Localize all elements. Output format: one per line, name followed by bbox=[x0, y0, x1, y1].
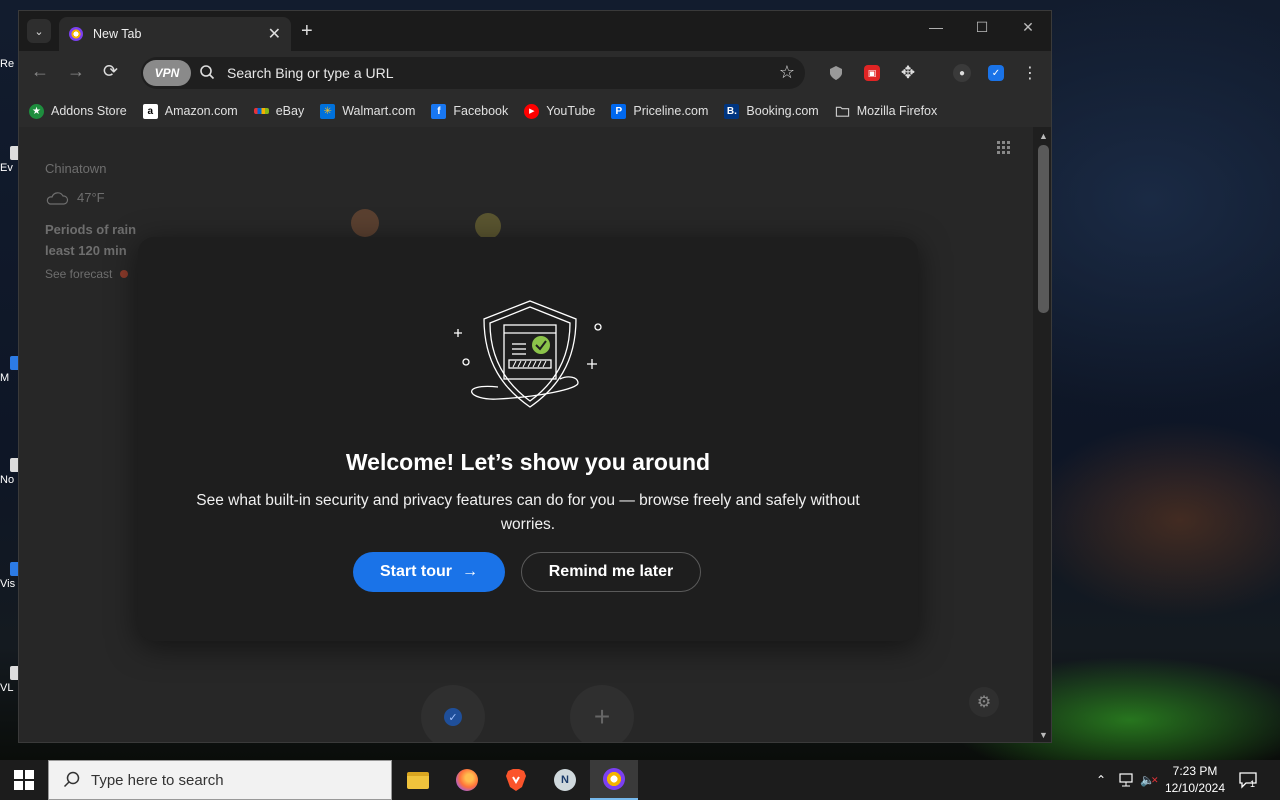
apps-grid-icon[interactable] bbox=[997, 141, 1011, 155]
back-button[interactable]: ← bbox=[31, 61, 49, 82]
notifications-icon[interactable]: 1 bbox=[1238, 760, 1257, 800]
search-icon bbox=[200, 65, 215, 80]
shortcut-tile[interactable]: ✓ bbox=[421, 685, 485, 742]
profile-icon[interactable]: ● bbox=[951, 62, 973, 84]
reload-button[interactable]: ⟳ bbox=[103, 61, 118, 82]
bookmark-youtube[interactable]: ▶ YouTube bbox=[524, 103, 595, 119]
search-icon bbox=[63, 771, 80, 788]
bookmark-priceline[interactable]: P Priceline.com bbox=[611, 103, 708, 119]
youtube-icon: ▶ bbox=[524, 103, 540, 119]
shortcut-tile[interactable] bbox=[475, 213, 501, 239]
folder-icon bbox=[835, 106, 849, 117]
weather-temperature-row: 47°F bbox=[45, 190, 155, 205]
booking-icon: B. bbox=[724, 103, 740, 119]
tab-search-button[interactable]: ⌄ bbox=[27, 19, 51, 43]
bookmark-ebay[interactable]: eBay bbox=[253, 104, 304, 118]
cloud-icon bbox=[46, 191, 69, 205]
network-icon[interactable] bbox=[1118, 760, 1136, 800]
address-input[interactable]: Search Bing or type a URL bbox=[227, 65, 394, 81]
plus-icon: + bbox=[301, 20, 313, 42]
arrow-right-icon: → bbox=[462, 563, 478, 580]
extensions-puzzle-icon[interactable]: ✥ bbox=[897, 62, 919, 84]
security-browser-icon[interactable] bbox=[590, 760, 638, 800]
shield-extension-icon[interactable] bbox=[825, 62, 847, 84]
firefox-icon[interactable] bbox=[443, 760, 491, 800]
customize-settings-button[interactable]: ⚙ bbox=[969, 687, 999, 717]
scroll-up-icon[interactable]: ▲ bbox=[1039, 131, 1048, 141]
remind-me-later-button[interactable]: Remind me later bbox=[521, 552, 701, 592]
reload-icon: ⟳ bbox=[103, 61, 119, 81]
dialog-body-text: See what built-in security and privacy f… bbox=[196, 492, 860, 533]
dialog-heading: Welcome! Let’s show you around bbox=[345, 449, 711, 475]
welcome-dialog: Welcome! Let’s show you around See what … bbox=[138, 237, 918, 641]
close-window-button[interactable]: ✕ bbox=[1005, 19, 1051, 36]
file-explorer-icon[interactable] bbox=[394, 760, 442, 800]
forward-button[interactable]: → bbox=[67, 61, 85, 82]
taskbar: Type here to search N ⌃ 🔈 ✕ 7:23 PM 12/10… bbox=[0, 760, 1280, 800]
toolbar: ← → ⟳ VPN Search Bing or type a URL ☆ ▣ … bbox=[19, 51, 1051, 95]
security-shield-illustration bbox=[454, 300, 602, 408]
bookmark-walmart[interactable]: ✳ Walmart.com bbox=[320, 103, 415, 119]
show-hidden-icons-icon[interactable]: ⌃ bbox=[1096, 760, 1106, 800]
maximize-button[interactable]: ☐ bbox=[959, 19, 1005, 36]
browser-window: ⌄ New Tab ✕ + — ☐ ✕ ← → ⟳ VPN Search Bin… bbox=[18, 10, 1052, 743]
clock-time: 7:23 PM bbox=[1172, 764, 1218, 778]
add-shortcut-button[interactable]: + bbox=[570, 685, 634, 742]
ebay-icon bbox=[253, 108, 269, 114]
new-tab-page: Chinatown 47°F Periods of rain least 120… bbox=[19, 127, 1033, 742]
walmart-icon: ✳ bbox=[320, 103, 336, 119]
shortcut-tile[interactable] bbox=[351, 209, 379, 237]
address-bar[interactable]: VPN Search Bing or type a URL ☆ bbox=[141, 57, 805, 89]
tab-title: New Tab bbox=[93, 27, 142, 41]
page-scrollbar[interactable]: ▲ ▼ bbox=[1035, 127, 1051, 742]
start-tour-button[interactable]: Start tour → bbox=[353, 552, 505, 592]
volume-muted-icon[interactable]: 🔈 ✕ bbox=[1140, 760, 1159, 800]
close-icon[interactable]: ✕ bbox=[268, 24, 281, 44]
scroll-thumb[interactable] bbox=[1038, 145, 1049, 313]
notification-count-badge: 1 bbox=[1250, 779, 1256, 789]
weather-location: Chinatown bbox=[45, 161, 107, 176]
addons-store-icon: ★ bbox=[29, 103, 44, 119]
new-tab-button[interactable]: + bbox=[301, 20, 313, 43]
title-bar: ⌄ New Tab ✕ + — ☐ ✕ bbox=[19, 11, 1051, 51]
bookmark-folder-mozilla-firefox[interactable]: Mozilla Firefox bbox=[835, 104, 937, 119]
facebook-icon: f bbox=[431, 103, 447, 119]
gear-icon: ⚙ bbox=[976, 694, 992, 711]
vpn-button[interactable]: VPN bbox=[143, 60, 191, 86]
windows-start-icon[interactable] bbox=[14, 770, 34, 790]
clock-date: 12/10/2024 bbox=[1164, 781, 1226, 795]
menu-kebab-icon[interactable]: ⋮ bbox=[1019, 62, 1041, 84]
bookmark-star-icon[interactable]: ☆ bbox=[779, 62, 795, 83]
system-clock[interactable]: 7:23 PM 12/10/2024 bbox=[1160, 763, 1230, 797]
check-shield-icon: ✓ bbox=[444, 708, 462, 726]
minimize-button[interactable]: — bbox=[913, 19, 959, 35]
bookmark-booking[interactable]: B. Booking.com bbox=[724, 103, 819, 119]
priceline-icon: P bbox=[611, 103, 627, 119]
network-app-icon[interactable]: N bbox=[541, 760, 589, 800]
arrow-left-icon: ← bbox=[31, 61, 49, 81]
taskbar-search-box[interactable]: Type here to search bbox=[48, 760, 392, 800]
bookmarks-bar: ★ Addons Store a Amazon.com eBay ✳ Walma… bbox=[19, 95, 1051, 127]
chevron-down-icon: ⌄ bbox=[34, 25, 44, 38]
weather-temperature: 47°F bbox=[77, 190, 105, 205]
security-check-icon[interactable]: ✓ bbox=[985, 62, 1007, 84]
amazon-icon: a bbox=[142, 103, 158, 119]
plus-icon: + bbox=[593, 701, 611, 732]
bookmark-facebook[interactable]: f Facebook bbox=[431, 103, 508, 119]
lock-extension-icon[interactable]: ▣ bbox=[861, 62, 883, 84]
arrow-right-icon: → bbox=[67, 61, 85, 81]
bookmark-amazon[interactable]: a Amazon.com bbox=[142, 103, 238, 119]
tab-new-tab[interactable]: New Tab ✕ bbox=[59, 17, 291, 51]
bookmark-addons-store[interactable]: ★ Addons Store bbox=[29, 103, 127, 119]
scroll-down-icon[interactable]: ▼ bbox=[1039, 730, 1048, 740]
alert-dot-icon bbox=[119, 270, 128, 278]
brave-icon[interactable] bbox=[492, 760, 540, 800]
browser-logo-icon bbox=[69, 27, 83, 41]
